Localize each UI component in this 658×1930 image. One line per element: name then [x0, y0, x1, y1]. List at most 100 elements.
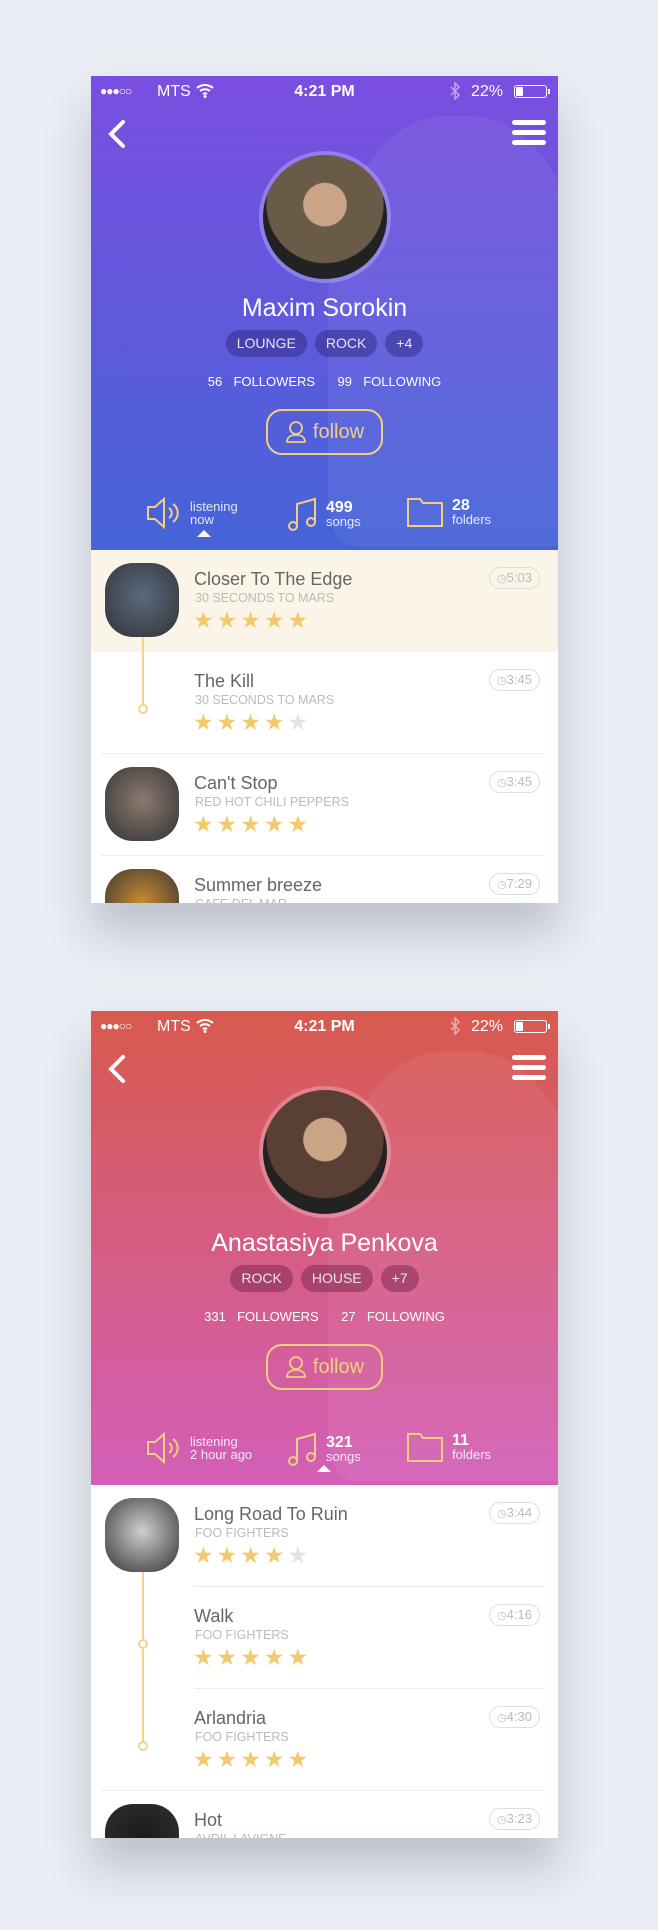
star-filled-icon[interactable]: ★	[217, 1746, 241, 1772]
star-filled-icon[interactable]: ★	[264, 811, 288, 837]
folders-stat[interactable]: 28 folders	[406, 496, 491, 528]
back-button[interactable]	[103, 116, 133, 152]
phone-screen-1: ●●●○○ MTS 4:21 PM 22% Maxim Sorokin LOUN…	[91, 76, 558, 903]
star-empty-icon[interactable]: ★	[288, 1542, 312, 1568]
track-title: Long Road To Ruin	[194, 1504, 348, 1524]
listening-stat[interactable]: listening now	[146, 496, 238, 530]
following-link[interactable]: 27 FOLLOWING	[339, 1309, 447, 1324]
songs-stat[interactable]: 499 songs	[288, 496, 361, 532]
genre-tag[interactable]: +4	[385, 330, 424, 357]
star-filled-icon[interactable]: ★	[193, 811, 217, 837]
follow-button[interactable]: follow	[266, 409, 383, 455]
timeline-dot	[138, 1741, 148, 1751]
star-filled-icon[interactable]: ★	[288, 1644, 312, 1670]
bluetooth-icon	[450, 1017, 461, 1035]
status-bar: ●●●○○ MTS 4:21 PM 22%	[91, 82, 558, 102]
followers-link[interactable]: 56 FOLLOWERS	[206, 374, 317, 389]
star-filled-icon[interactable]: ★	[217, 1542, 241, 1568]
clock-icon: ◷	[497, 1508, 507, 1520]
star-filled-icon[interactable]: ★	[240, 1542, 264, 1568]
star-filled-icon[interactable]: ★	[193, 1542, 217, 1568]
track-title: Arlandria	[194, 1708, 267, 1728]
star-filled-icon[interactable]: ★	[288, 607, 312, 633]
star-filled-icon[interactable]: ★	[217, 607, 241, 633]
track-artist: FOO FIGHTERS	[195, 1526, 289, 1540]
following-count: 99	[337, 374, 352, 389]
star-filled-icon[interactable]: ★	[264, 607, 288, 633]
followers-label: FOLLOWERS	[237, 1309, 319, 1324]
menu-button[interactable]	[512, 120, 546, 150]
star-filled-icon[interactable]: ★	[264, 1542, 288, 1568]
genre-tag[interactable]: LOUNGE	[225, 330, 307, 357]
star-filled-icon[interactable]: ★	[193, 607, 217, 633]
timeline-line	[142, 652, 144, 704]
star-filled-icon[interactable]: ★	[217, 709, 241, 735]
avatar[interactable]	[259, 1086, 391, 1218]
star-filled-icon[interactable]: ★	[288, 1746, 312, 1772]
star-filled-icon[interactable]: ★	[217, 811, 241, 837]
profile-name: Anastasiya Penkova	[211, 1229, 438, 1257]
star-filled-icon[interactable]: ★	[193, 709, 217, 735]
track-artist: 30 SECONDS TO MARS	[195, 693, 335, 707]
genre-tag[interactable]: ROCK	[314, 330, 378, 357]
genre-tag[interactable]: HOUSE	[300, 1265, 373, 1292]
track-row[interactable]: Closer To The Edge 30 SECONDS TO MARS ★★…	[91, 550, 558, 652]
clock-icon: ◷	[497, 1814, 507, 1826]
star-filled-icon[interactable]: ★	[288, 811, 312, 837]
follow-label: follow	[312, 1355, 365, 1378]
folders-stat[interactable]: 11 folders	[406, 1431, 491, 1463]
star-filled-icon[interactable]: ★	[240, 1746, 264, 1772]
songs-label: songs	[326, 1449, 361, 1464]
followers-count: 56	[207, 374, 223, 389]
star-filled-icon[interactable]: ★	[240, 811, 264, 837]
star-filled-icon[interactable]: ★	[193, 1746, 217, 1772]
listening-stat[interactable]: listening 2 hour ago	[146, 1431, 252, 1465]
track-row[interactable]: Summer breeze CAFE DEL MAR ★★★★★ ◷7:29	[91, 856, 558, 903]
following-label: FOLLOWING	[366, 1309, 445, 1324]
duration-badge: ◷5:03	[489, 567, 540, 589]
songs-stat[interactable]: 321 songs	[288, 1431, 361, 1467]
following-count: 27	[341, 1309, 356, 1324]
track-artist: CAFE DEL MAR	[195, 897, 287, 903]
track-row[interactable]: Hot AVRIL LAVIGNE ★★★★★ ◷3:23	[91, 1791, 558, 1838]
star-filled-icon[interactable]: ★	[264, 1746, 288, 1772]
star-filled-icon[interactable]: ★	[240, 1644, 264, 1670]
track-row[interactable]: Long Road To Ruin FOO FIGHTERS ★★★★★ ◷3:…	[91, 1485, 558, 1587]
star-filled-icon[interactable]: ★	[193, 1644, 217, 1670]
rating-stars[interactable]: ★★★★★	[193, 1746, 311, 1773]
music-note-icon	[288, 1432, 316, 1466]
follow-button[interactable]: follow	[266, 1344, 383, 1390]
rating-stars[interactable]: ★★★★★	[193, 709, 311, 736]
genre-tag[interactable]: +7	[380, 1265, 419, 1292]
menu-button[interactable]	[512, 1055, 546, 1085]
star-filled-icon[interactable]: ★	[240, 709, 264, 735]
avatar[interactable]	[259, 151, 391, 283]
rating-stars[interactable]: ★★★★★	[193, 1542, 311, 1569]
folders-count: 11	[452, 1432, 469, 1449]
track-row[interactable]: Walk FOO FIGHTERS ★★★★★ ◷4:16	[91, 1587, 558, 1689]
star-filled-icon[interactable]: ★	[264, 709, 288, 735]
duration-text: 3:44	[506, 1505, 532, 1520]
followers-count: 331	[204, 1309, 226, 1324]
track-row[interactable]: Can't Stop RED HOT CHILI PEPPERS ★★★★★ ◷…	[91, 754, 558, 856]
rating-stars[interactable]: ★★★★★	[193, 607, 311, 634]
back-button[interactable]	[103, 1051, 133, 1087]
followers-link[interactable]: 331 FOLLOWERS	[202, 1309, 321, 1324]
album-art	[105, 1804, 179, 1838]
star-filled-icon[interactable]: ★	[264, 1644, 288, 1670]
battery-percent: 22%	[471, 83, 504, 100]
rating-stars[interactable]: ★★★★★	[193, 811, 311, 838]
following-link[interactable]: 99 FOLLOWING	[336, 374, 444, 389]
rating-stars[interactable]: ★★★★★	[193, 1644, 311, 1671]
track-row[interactable]: Arlandria FOO FIGHTERS ★★★★★ ◷4:30	[91, 1689, 558, 1791]
star-filled-icon[interactable]: ★	[217, 1644, 241, 1670]
stats-bar: listening 2 hour ago 321 songs 11 folders	[91, 1431, 558, 1472]
duration-badge: ◷4:16	[489, 1604, 540, 1626]
star-empty-icon[interactable]: ★	[288, 709, 312, 735]
timeline-dot	[138, 1639, 148, 1649]
genre-tag[interactable]: ROCK	[230, 1265, 293, 1292]
stats-bar: listening now 499 songs 28 folders	[91, 496, 558, 537]
star-filled-icon[interactable]: ★	[240, 607, 264, 633]
speaker-icon	[147, 496, 179, 530]
track-row[interactable]: The Kill 30 SECONDS TO MARS ★★★★★ ◷3:45	[91, 652, 558, 754]
